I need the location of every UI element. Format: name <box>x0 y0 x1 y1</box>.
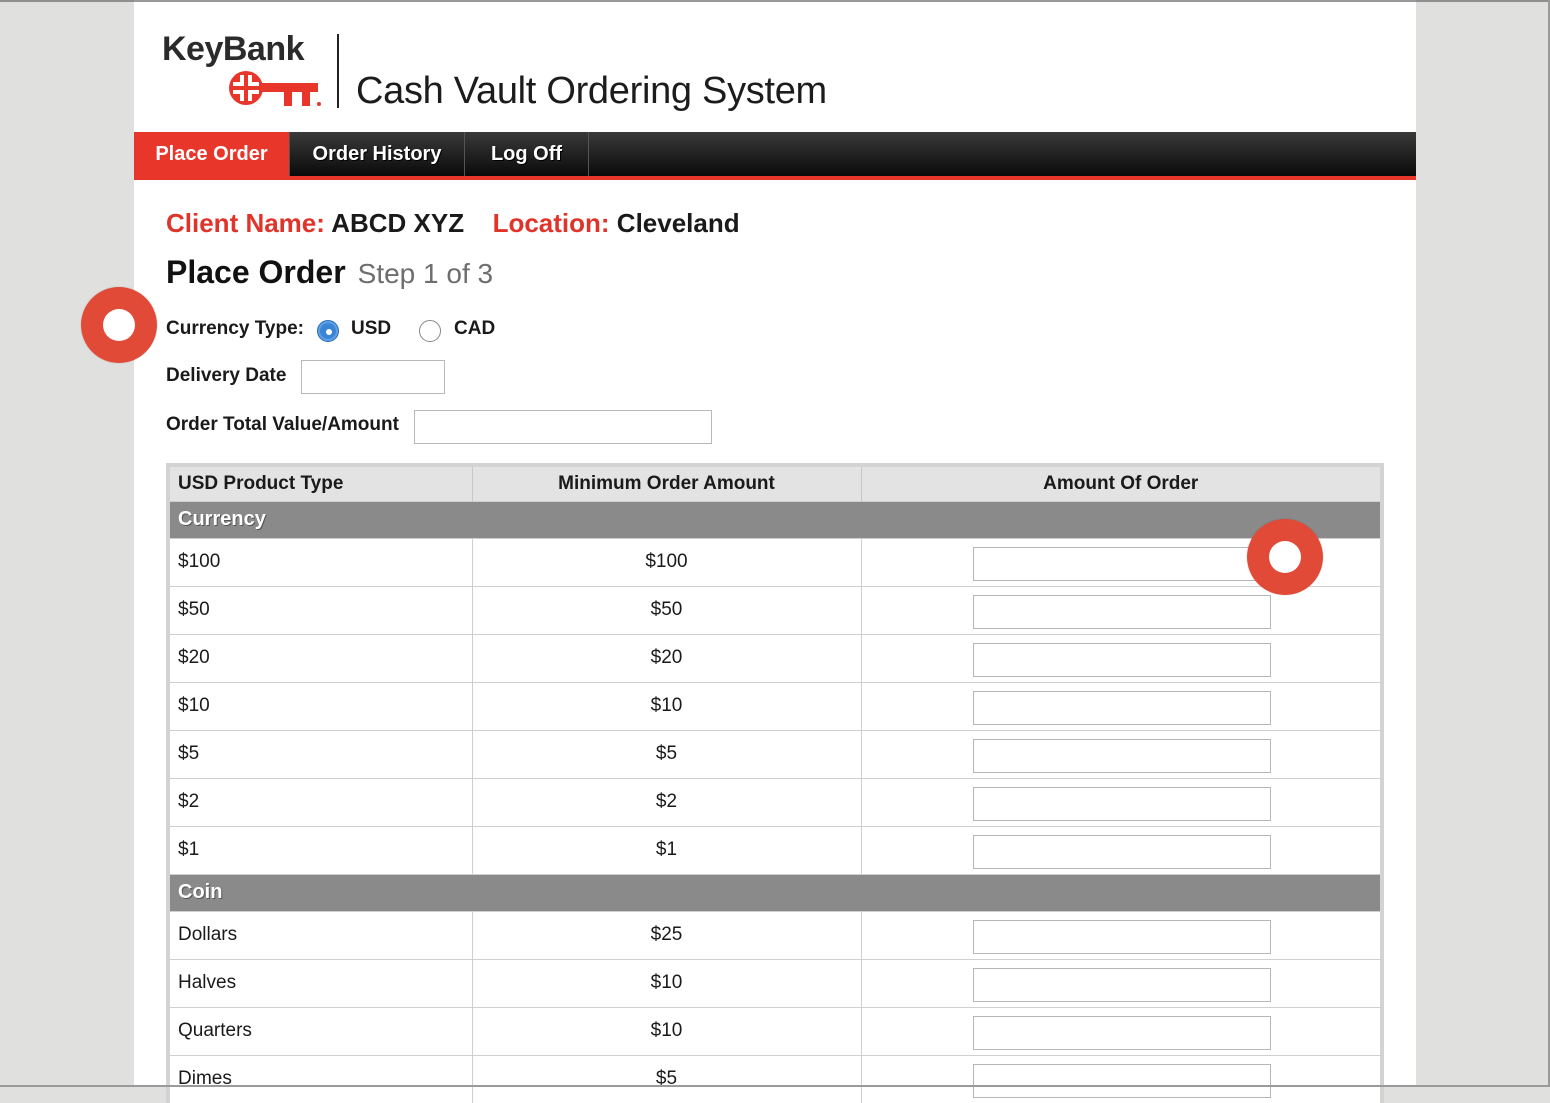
amount-input[interactable] <box>972 786 1271 821</box>
table-row: Dollars $25 <box>170 910 1380 959</box>
header-product-type: USD Product Type <box>170 467 473 501</box>
order-total-label: Order Total Value/Amount <box>166 414 399 435</box>
minimum-amount: $20 <box>472 633 862 682</box>
nav-place-order[interactable]: Place Order <box>134 132 290 176</box>
keybank-logo-text: KeyBank <box>162 30 305 68</box>
minimum-amount: $25 <box>472 910 862 959</box>
currency-cad-radio[interactable] <box>419 320 441 342</box>
header-minimum-order: Minimum Order Amount <box>472 467 862 501</box>
amount-input[interactable] <box>972 546 1271 581</box>
table-row: $100 $100 <box>170 537 1380 586</box>
client-info: Client Name: ABCD XYZ Location: Clevelan… <box>166 208 740 239</box>
step-indicator: Step 1 of 3 <box>357 258 494 289</box>
page-container: KeyBank Cash Vault Ordering System Place… <box>134 0 1416 1103</box>
minimum-amount: $5 <box>472 1054 862 1103</box>
amount-input[interactable] <box>972 1063 1271 1098</box>
amount-input[interactable] <box>972 919 1271 954</box>
table-row: $1 $1 <box>170 825 1380 874</box>
product-name: $2 <box>170 777 473 826</box>
order-table: USD Product Type Minimum Order Amount Am… <box>166 463 1384 1103</box>
nav-order-history[interactable]: Order History <box>290 132 465 176</box>
section-currency: Currency <box>170 500 1380 538</box>
delivery-date-input[interactable] <box>301 360 445 394</box>
currency-usd-radio[interactable] <box>317 320 339 342</box>
product-name: $5 <box>170 729 473 778</box>
amount-input[interactable] <box>972 738 1271 773</box>
currency-type-label: Currency Type: <box>166 318 304 339</box>
amount-input[interactable] <box>972 1015 1271 1050</box>
product-name: Dimes <box>170 1054 473 1103</box>
section-coin: Coin <box>170 873 1380 911</box>
amount-input[interactable] <box>972 594 1271 629</box>
product-name: $20 <box>170 633 473 682</box>
product-name: $50 <box>170 585 473 634</box>
product-name: $100 <box>170 537 473 586</box>
table-row: Quarters $10 <box>170 1006 1380 1055</box>
nav-log-off[interactable]: Log Off <box>465 132 589 176</box>
hotspot-marker-amount <box>1247 519 1323 595</box>
table-row: $50 $50 <box>170 585 1380 634</box>
order-total-input[interactable] <box>414 410 712 444</box>
amount-input[interactable] <box>972 834 1271 869</box>
minimum-amount: $50 <box>472 585 862 634</box>
amount-input[interactable] <box>972 967 1271 1002</box>
location-value: Cleveland <box>616 208 740 238</box>
minimum-amount: $10 <box>472 958 862 1007</box>
client-name-value: ABCD XYZ <box>331 208 465 238</box>
table-row: $10 $10 <box>170 681 1380 730</box>
table-row: Halves $10 <box>170 958 1380 1007</box>
hotspot-marker-currency <box>81 287 157 363</box>
minimum-amount: $100 <box>472 537 862 586</box>
product-name: Quarters <box>170 1006 473 1055</box>
page-heading: Place Order Step 1 of 3 <box>166 254 493 291</box>
minimum-amount: $2 <box>472 777 862 826</box>
table-row: $5 $5 <box>170 729 1380 778</box>
amount-input[interactable] <box>972 642 1271 677</box>
product-name: Dollars <box>170 910 473 959</box>
key-logo-icon <box>229 71 321 106</box>
delivery-date-label: Delivery Date <box>166 365 287 386</box>
header-amount-of-order: Amount Of Order <box>861 467 1380 501</box>
table-row: $2 $2 <box>170 777 1380 826</box>
app-title: Cash Vault Ordering System <box>356 70 827 112</box>
main-nav: Place Order Order History Log Off <box>134 132 1416 180</box>
currency-usd-label: USD <box>351 318 392 339</box>
product-name: $1 <box>170 825 473 874</box>
minimum-amount: $10 <box>472 681 862 730</box>
product-name: $10 <box>170 681 473 730</box>
product-name: Halves <box>170 958 473 1007</box>
table-row: $20 $20 <box>170 633 1380 682</box>
table-row: Dimes $5 <box>170 1054 1380 1103</box>
minimum-amount: $10 <box>472 1006 862 1055</box>
page-title: Place Order <box>166 254 346 290</box>
currency-cad-label: CAD <box>454 318 496 339</box>
header-divider <box>337 34 339 108</box>
location-label: Location: <box>492 208 610 238</box>
minimum-amount: $5 <box>472 729 862 778</box>
minimum-amount: $1 <box>472 825 862 874</box>
amount-input[interactable] <box>972 690 1271 725</box>
client-name-label: Client Name: <box>166 208 325 238</box>
